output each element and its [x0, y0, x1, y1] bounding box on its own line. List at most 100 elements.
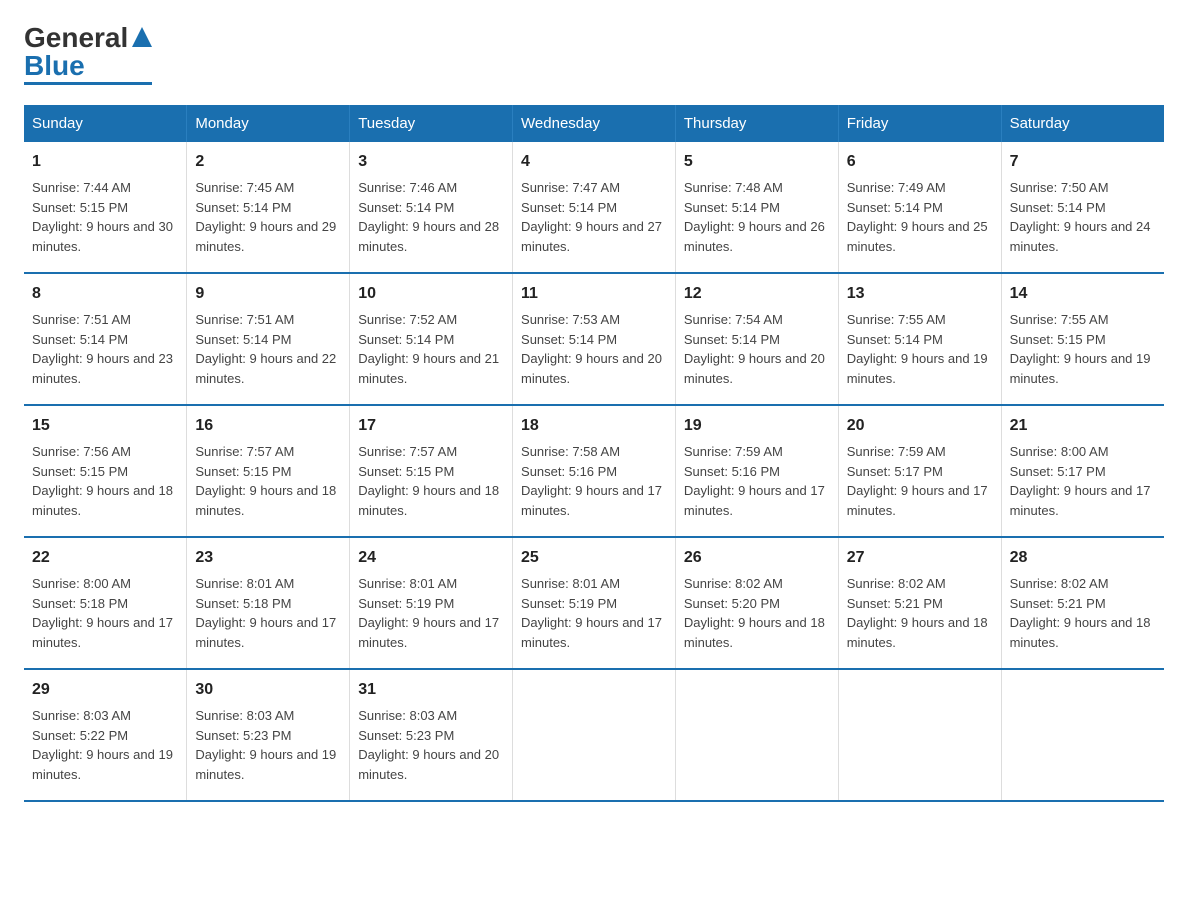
day-number: 13	[847, 282, 993, 306]
column-header-friday: Friday	[838, 105, 1001, 142]
day-info: Sunrise: 7:51 AMSunset: 5:14 PMDaylight:…	[32, 312, 173, 386]
day-info: Sunrise: 7:51 AMSunset: 5:14 PMDaylight:…	[195, 312, 336, 386]
day-number: 3	[358, 150, 504, 174]
day-info: Sunrise: 7:53 AMSunset: 5:14 PMDaylight:…	[521, 312, 662, 386]
day-number: 21	[1010, 414, 1156, 438]
day-info: Sunrise: 7:45 AMSunset: 5:14 PMDaylight:…	[195, 180, 336, 254]
day-info: Sunrise: 7:48 AMSunset: 5:14 PMDaylight:…	[684, 180, 825, 254]
calendar-cell: 25 Sunrise: 8:01 AMSunset: 5:19 PMDayligh…	[513, 537, 676, 669]
calendar-week-row: 1 Sunrise: 7:44 AMSunset: 5:15 PMDaylight…	[24, 142, 1164, 273]
day-info: Sunrise: 8:03 AMSunset: 5:23 PMDaylight:…	[195, 708, 336, 782]
day-number: 29	[32, 678, 178, 702]
day-info: Sunrise: 7:46 AMSunset: 5:14 PMDaylight:…	[358, 180, 499, 254]
column-header-monday: Monday	[187, 105, 350, 142]
calendar-cell: 15Sunrise: 7:56 AMSunset: 5:15 PMDayligh…	[24, 405, 187, 537]
day-number: 20	[847, 414, 993, 438]
calendar-cell: 20 Sunrise: 7:59 AMSunset: 5:17 PMDayligh…	[838, 405, 1001, 537]
day-number: 11	[521, 282, 667, 306]
calendar-cell: 19Sunrise: 7:59 AMSunset: 5:16 PMDayligh…	[675, 405, 838, 537]
calendar-week-row: 8 Sunrise: 7:51 AMSunset: 5:14 PMDaylight…	[24, 273, 1164, 405]
logo-general-text: General	[24, 24, 128, 52]
day-info: Sunrise: 7:44 AMSunset: 5:15 PMDaylight:…	[32, 180, 173, 254]
column-header-thursday: Thursday	[675, 105, 838, 142]
calendar-cell	[1001, 669, 1164, 801]
day-number: 7	[1010, 150, 1156, 174]
column-header-tuesday: Tuesday	[350, 105, 513, 142]
calendar-cell: 16 Sunrise: 7:57 AMSunset: 5:15 PMDayligh…	[187, 405, 350, 537]
calendar-table: SundayMondayTuesdayWednesdayThursdayFrid…	[24, 105, 1164, 802]
calendar-cell: 14Sunrise: 7:55 AMSunset: 5:15 PMDayligh…	[1001, 273, 1164, 405]
day-info: Sunrise: 7:59 AMSunset: 5:17 PMDaylight:…	[847, 444, 988, 518]
calendar-cell: 9 Sunrise: 7:51 AMSunset: 5:14 PMDaylight…	[187, 273, 350, 405]
calendar-week-row: 22Sunrise: 8:00 AMSunset: 5:18 PMDayligh…	[24, 537, 1164, 669]
day-info: Sunrise: 7:57 AMSunset: 5:15 PMDaylight:…	[358, 444, 499, 518]
day-info: Sunrise: 7:49 AMSunset: 5:14 PMDaylight:…	[847, 180, 988, 254]
day-number: 30	[195, 678, 341, 702]
calendar-cell: 1 Sunrise: 7:44 AMSunset: 5:15 PMDaylight…	[24, 142, 187, 273]
column-header-saturday: Saturday	[1001, 105, 1164, 142]
column-header-sunday: Sunday	[24, 105, 187, 142]
day-info: Sunrise: 7:50 AMSunset: 5:14 PMDaylight:…	[1010, 180, 1151, 254]
day-number: 16	[195, 414, 341, 438]
day-number: 12	[684, 282, 830, 306]
day-number: 1	[32, 150, 178, 174]
day-number: 4	[521, 150, 667, 174]
day-number: 27	[847, 546, 993, 570]
calendar-cell: 12 Sunrise: 7:54 AMSunset: 5:14 PMDayligh…	[675, 273, 838, 405]
day-info: Sunrise: 8:03 AMSunset: 5:22 PMDaylight:…	[32, 708, 173, 782]
calendar-week-row: 29 Sunrise: 8:03 AMSunset: 5:22 PMDayligh…	[24, 669, 1164, 801]
day-info: Sunrise: 7:52 AMSunset: 5:14 PMDaylight:…	[358, 312, 499, 386]
calendar-cell: 27 Sunrise: 8:02 AMSunset: 5:21 PMDayligh…	[838, 537, 1001, 669]
day-number: 10	[358, 282, 504, 306]
column-header-wednesday: Wednesday	[513, 105, 676, 142]
day-number: 5	[684, 150, 830, 174]
day-info: Sunrise: 8:00 AMSunset: 5:17 PMDaylight:…	[1010, 444, 1151, 518]
day-number: 28	[1010, 546, 1156, 570]
calendar-cell: 30 Sunrise: 8:03 AMSunset: 5:23 PMDayligh…	[187, 669, 350, 801]
calendar-cell	[675, 669, 838, 801]
calendar-cell	[838, 669, 1001, 801]
calendar-cell: 3 Sunrise: 7:46 AMSunset: 5:14 PMDaylight…	[350, 142, 513, 273]
calendar-cell: 10 Sunrise: 7:52 AMSunset: 5:14 PMDayligh…	[350, 273, 513, 405]
logo-blue-text: Blue	[24, 52, 85, 80]
calendar-cell: 26 Sunrise: 8:02 AMSunset: 5:20 PMDayligh…	[675, 537, 838, 669]
day-info: Sunrise: 7:54 AMSunset: 5:14 PMDaylight:…	[684, 312, 825, 386]
calendar-week-row: 15Sunrise: 7:56 AMSunset: 5:15 PMDayligh…	[24, 405, 1164, 537]
calendar-cell: 11 Sunrise: 7:53 AMSunset: 5:14 PMDayligh…	[513, 273, 676, 405]
logo-underline	[24, 82, 152, 85]
day-number: 6	[847, 150, 993, 174]
day-info: Sunrise: 8:01 AMSunset: 5:18 PMDaylight:…	[195, 576, 336, 650]
day-number: 24	[358, 546, 504, 570]
calendar-cell: 24Sunrise: 8:01 AMSunset: 5:19 PMDayligh…	[350, 537, 513, 669]
day-number: 31	[358, 678, 504, 702]
day-info: Sunrise: 7:57 AMSunset: 5:15 PMDaylight:…	[195, 444, 336, 518]
calendar-cell: 29 Sunrise: 8:03 AMSunset: 5:22 PMDayligh…	[24, 669, 187, 801]
day-info: Sunrise: 8:02 AMSunset: 5:21 PMDaylight:…	[1010, 576, 1151, 650]
day-info: Sunrise: 7:58 AMSunset: 5:16 PMDaylight:…	[521, 444, 662, 518]
calendar-header-row: SundayMondayTuesdayWednesdayThursdayFrid…	[24, 105, 1164, 142]
day-number: 19	[684, 414, 830, 438]
day-number: 23	[195, 546, 341, 570]
calendar-cell	[513, 669, 676, 801]
day-number: 26	[684, 546, 830, 570]
day-info: Sunrise: 7:56 AMSunset: 5:15 PMDaylight:…	[32, 444, 173, 518]
day-info: Sunrise: 8:02 AMSunset: 5:20 PMDaylight:…	[684, 576, 825, 650]
day-info: Sunrise: 8:02 AMSunset: 5:21 PMDaylight:…	[847, 576, 988, 650]
calendar-cell: 31 Sunrise: 8:03 AMSunset: 5:23 PMDayligh…	[350, 669, 513, 801]
day-info: Sunrise: 8:00 AMSunset: 5:18 PMDaylight:…	[32, 576, 173, 650]
calendar-cell: 7 Sunrise: 7:50 AMSunset: 5:14 PMDaylight…	[1001, 142, 1164, 273]
calendar-cell: 28 Sunrise: 8:02 AMSunset: 5:21 PMDayligh…	[1001, 537, 1164, 669]
calendar-cell: 5 Sunrise: 7:48 AMSunset: 5:14 PMDaylight…	[675, 142, 838, 273]
calendar-cell: 21 Sunrise: 8:00 AMSunset: 5:17 PMDayligh…	[1001, 405, 1164, 537]
calendar-cell: 22Sunrise: 8:00 AMSunset: 5:18 PMDayligh…	[24, 537, 187, 669]
day-number: 25	[521, 546, 667, 570]
day-number: 9	[195, 282, 341, 306]
calendar-cell: 8 Sunrise: 7:51 AMSunset: 5:14 PMDaylight…	[24, 273, 187, 405]
day-info: Sunrise: 8:03 AMSunset: 5:23 PMDaylight:…	[358, 708, 499, 782]
calendar-cell: 18Sunrise: 7:58 AMSunset: 5:16 PMDayligh…	[513, 405, 676, 537]
day-info: Sunrise: 8:01 AMSunset: 5:19 PMDaylight:…	[521, 576, 662, 650]
day-number: 2	[195, 150, 341, 174]
calendar-cell: 4 Sunrise: 7:47 AMSunset: 5:14 PMDaylight…	[513, 142, 676, 273]
day-info: Sunrise: 7:47 AMSunset: 5:14 PMDaylight:…	[521, 180, 662, 254]
day-number: 8	[32, 282, 178, 306]
